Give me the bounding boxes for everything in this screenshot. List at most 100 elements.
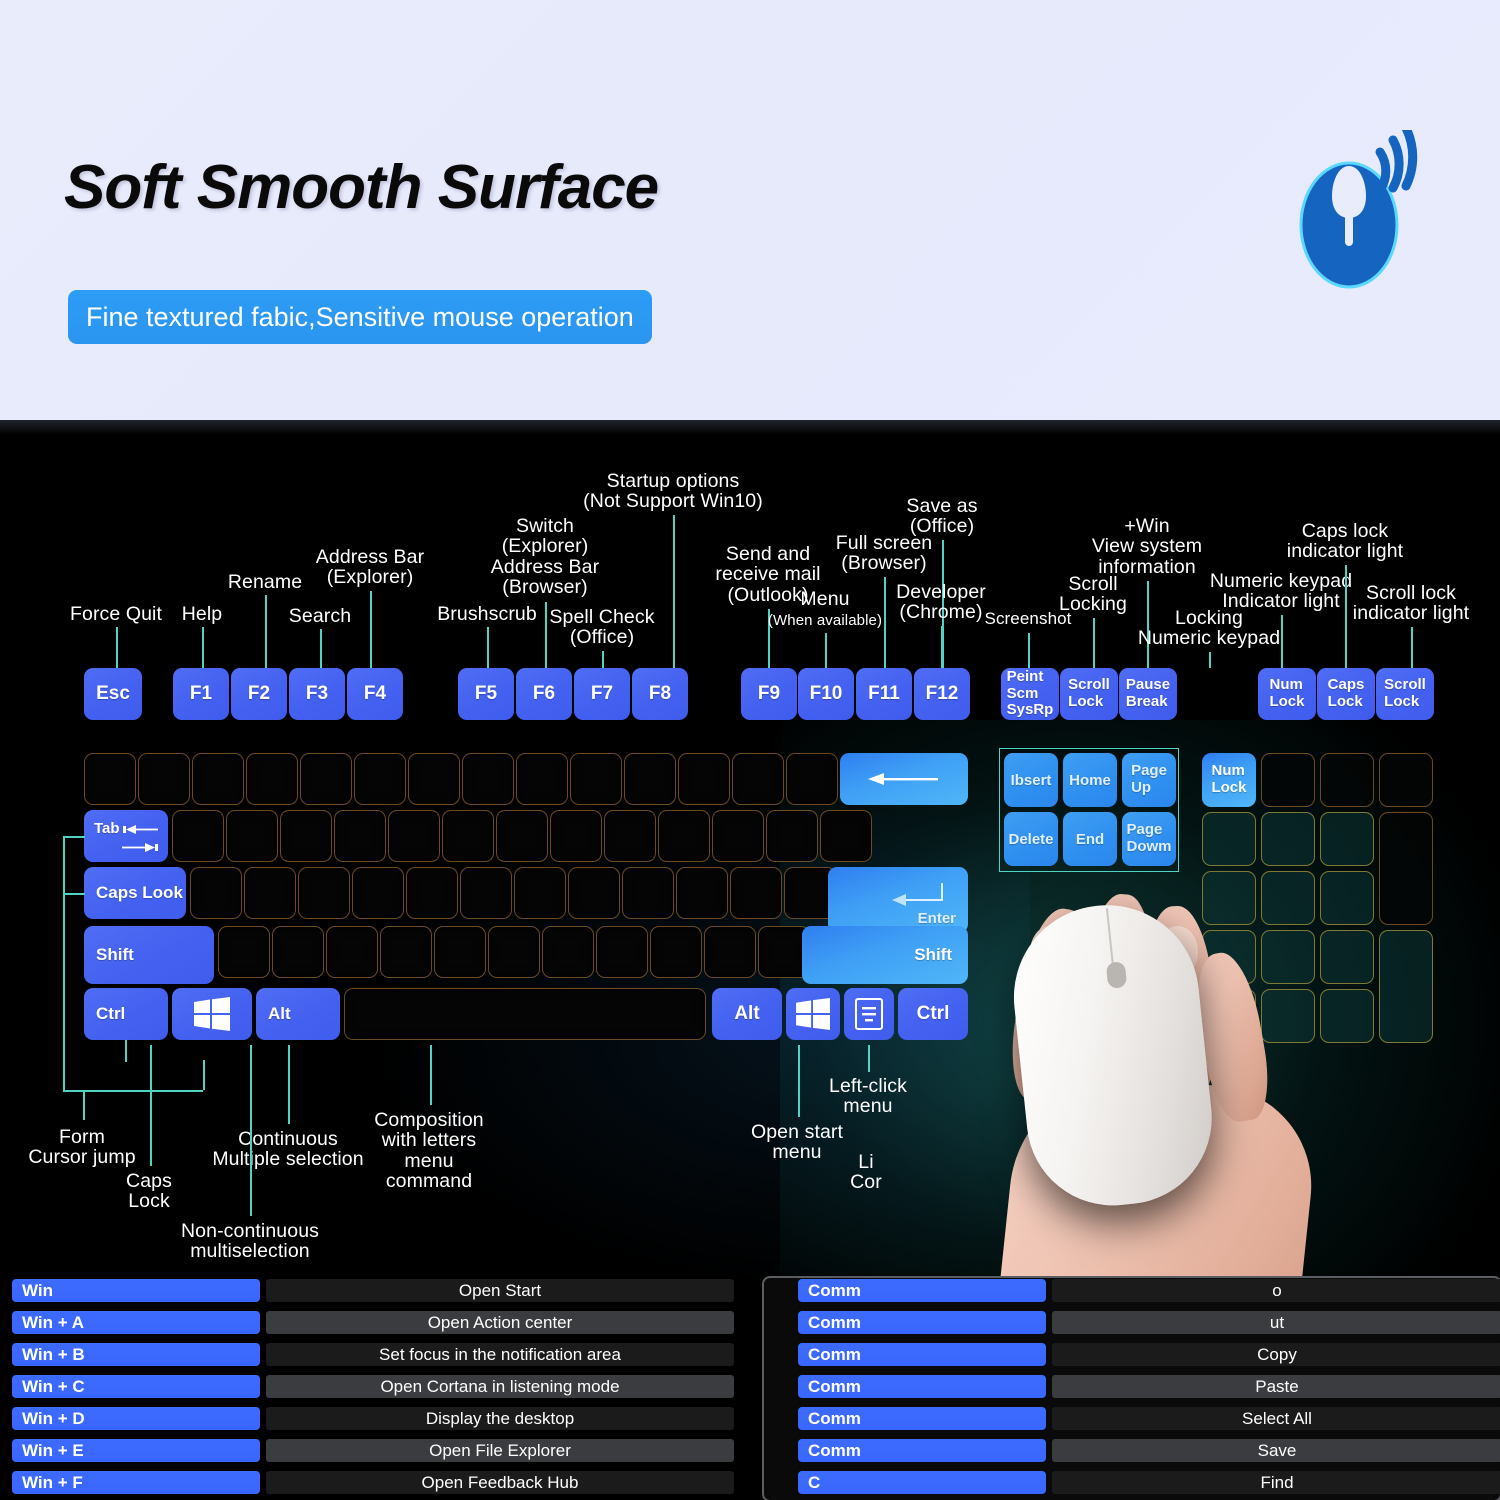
- key-letter-row-3[interactable]: [704, 926, 756, 978]
- key-f4[interactable]: F4: [347, 668, 403, 720]
- key-letter-row-2[interactable]: [730, 867, 782, 919]
- key-number-row[interactable]: [786, 753, 838, 805]
- key-numpad[interactable]: [1320, 753, 1374, 807]
- key-letter-row-1[interactable]: [712, 810, 764, 862]
- key-letter-row-3[interactable]: [272, 926, 324, 978]
- key-numpad[interactable]: [1202, 871, 1256, 925]
- key-alt-right[interactable]: Alt: [712, 988, 782, 1040]
- key-letter-row-1[interactable]: [172, 810, 224, 862]
- key-letter-row-2[interactable]: [190, 867, 242, 919]
- key-numpad[interactable]: [1320, 871, 1374, 925]
- key-letter-row-1[interactable]: [550, 810, 602, 862]
- key-letter-row-1[interactable]: [604, 810, 656, 862]
- key-caps-lock[interactable]: Caps Lock: [1317, 668, 1375, 720]
- key-letter-row-3[interactable]: [488, 926, 540, 978]
- key-f1[interactable]: F1: [173, 668, 229, 720]
- key-numpad[interactable]: [1261, 871, 1315, 925]
- shortcut-key[interactable]: Win + D: [12, 1407, 260, 1430]
- key-pause-break[interactable]: Pause Break: [1119, 668, 1177, 720]
- key-f7[interactable]: F7: [574, 668, 630, 720]
- key-number-row[interactable]: [570, 753, 622, 805]
- key-context-menu[interactable]: [844, 988, 894, 1040]
- key-numpad[interactable]: [1379, 930, 1433, 1043]
- key-numpad[interactable]: [1320, 989, 1374, 1043]
- key-scroll-lock[interactable]: Scroll Lock: [1060, 668, 1118, 720]
- key-number-row[interactable]: [732, 753, 784, 805]
- shortcut-key[interactable]: Comm: [798, 1439, 1046, 1462]
- key-letter-row-1[interactable]: [766, 810, 818, 862]
- key-letter-row-3[interactable]: [434, 926, 486, 978]
- mouse-scroll-wheel[interactable]: [1105, 961, 1128, 989]
- key-number-row[interactable]: [84, 753, 136, 805]
- key-esc[interactable]: Esc: [84, 668, 142, 720]
- key-letter-row-1[interactable]: [442, 810, 494, 862]
- key-numpad[interactable]: [1379, 753, 1433, 807]
- shortcut-key[interactable]: Win + C: [12, 1375, 260, 1398]
- key-num-lock[interactable]: Num Lock: [1258, 668, 1316, 720]
- key-f3[interactable]: F3: [289, 668, 345, 720]
- key-alt-left[interactable]: Alt: [256, 988, 340, 1040]
- key-letter-row-2[interactable]: [298, 867, 350, 919]
- key-letter-row-2[interactable]: [406, 867, 458, 919]
- key-f5[interactable]: F5: [458, 668, 514, 720]
- shortcut-key[interactable]: Comm: [798, 1407, 1046, 1430]
- key-shift-right[interactable]: Shift: [802, 926, 968, 984]
- key-tab[interactable]: Tab: [84, 810, 168, 862]
- key-letter-row-1[interactable]: [334, 810, 386, 862]
- key-windows-right[interactable]: [786, 988, 840, 1040]
- key-numpad[interactable]: [1379, 812, 1433, 925]
- shortcut-key[interactable]: Win + A: [12, 1311, 260, 1334]
- key-numpad[interactable]: [1202, 930, 1256, 984]
- key-letter-row-1[interactable]: [280, 810, 332, 862]
- key-letter-row-1[interactable]: [496, 810, 548, 862]
- key-ctrl-right[interactable]: Ctrl: [898, 988, 968, 1040]
- key-number-row[interactable]: [516, 753, 568, 805]
- key-letter-row-3[interactable]: [542, 926, 594, 978]
- key-numpad[interactable]: [1320, 930, 1374, 984]
- key-number-row[interactable]: [138, 753, 190, 805]
- shortcut-key[interactable]: Comm: [798, 1343, 1046, 1366]
- key-letter-row-1[interactable]: [658, 810, 710, 862]
- key-numpad[interactable]: [1261, 930, 1315, 984]
- key-number-row[interactable]: [300, 753, 352, 805]
- key-peint-scm-sysrp[interactable]: Peint Scm SysRp: [1001, 668, 1059, 720]
- key-ctrl-left[interactable]: Ctrl: [84, 988, 168, 1040]
- key-scroll-lock[interactable]: Scroll Lock: [1376, 668, 1434, 720]
- key-windows-left[interactable]: [172, 988, 252, 1040]
- shortcut-key[interactable]: Win + F: [12, 1471, 260, 1494]
- key-f11[interactable]: F11: [856, 668, 912, 720]
- key-letter-row-2[interactable]: [676, 867, 728, 919]
- key-numpad[interactable]: [1261, 989, 1315, 1043]
- key-letter-row-2[interactable]: [352, 867, 404, 919]
- key-letter-row-3[interactable]: [326, 926, 378, 978]
- shortcut-key[interactable]: C: [798, 1471, 1046, 1494]
- key-f6[interactable]: F6: [516, 668, 572, 720]
- shortcut-key[interactable]: Comm: [798, 1311, 1046, 1334]
- key-numpad[interactable]: [1202, 989, 1256, 1043]
- key-f8[interactable]: F8: [632, 668, 688, 720]
- key-letter-row-3[interactable]: [380, 926, 432, 978]
- key-f2[interactable]: F2: [231, 668, 287, 720]
- key-number-row[interactable]: [408, 753, 460, 805]
- key-number-row[interactable]: [246, 753, 298, 805]
- key-numpad[interactable]: [1202, 812, 1256, 866]
- shortcut-key[interactable]: Win: [12, 1279, 260, 1302]
- key-letter-row-3[interactable]: [650, 926, 702, 978]
- key-f9[interactable]: F9: [741, 668, 797, 720]
- shortcut-key[interactable]: Win + E: [12, 1439, 260, 1462]
- key-letter-row-2[interactable]: [568, 867, 620, 919]
- key-number-row[interactable]: [462, 753, 514, 805]
- key-enter[interactable]: Enter: [828, 867, 968, 933]
- key-num-lock[interactable]: Num Lock: [1202, 753, 1256, 807]
- key-letter-row-2[interactable]: [460, 867, 512, 919]
- key-letter-row-1[interactable]: [388, 810, 440, 862]
- key-letter-row-1[interactable]: [226, 810, 278, 862]
- key-letter-row-3[interactable]: [596, 926, 648, 978]
- key-caps-lock[interactable]: Caps Look: [84, 867, 186, 919]
- key-number-row[interactable]: [354, 753, 406, 805]
- shortcut-key[interactable]: Comm: [798, 1375, 1046, 1398]
- key-numpad[interactable]: [1261, 812, 1315, 866]
- key-shift-left[interactable]: Shift: [84, 926, 214, 984]
- key-letter-row-1[interactable]: [820, 810, 872, 862]
- key-f10[interactable]: F10: [798, 668, 854, 720]
